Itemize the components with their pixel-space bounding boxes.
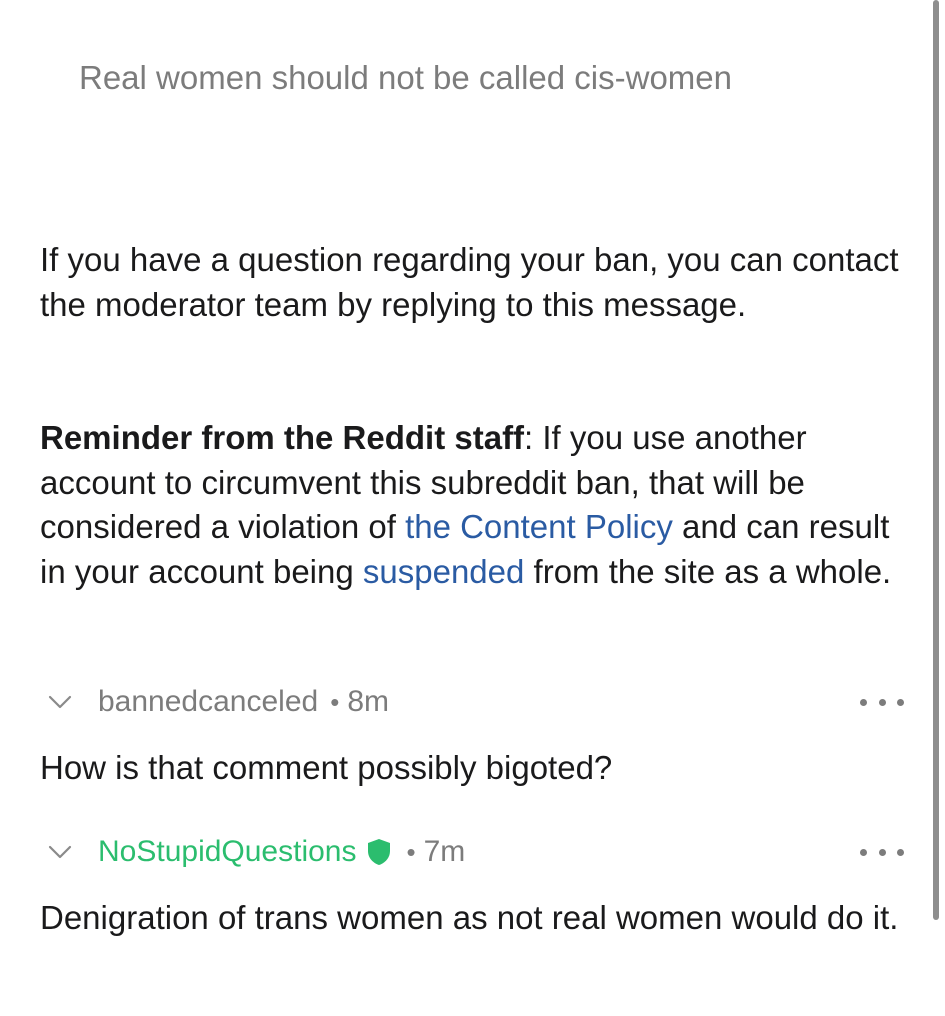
quoted-comment: Real women should not be called cis-wome… [79, 59, 733, 96]
ban-contact-text: If you have a question regarding your ba… [40, 241, 899, 323]
comment-timestamp: 8m [347, 685, 389, 718]
separator-dot: • [406, 836, 416, 867]
separator-dot: • [330, 686, 340, 717]
staff-reminder: Reminder from the Reddit staff: If you u… [40, 416, 900, 594]
comment-header: NoStupidQuestions • 7m [48, 830, 906, 874]
comment-body: Denigration of trans women as not real w… [40, 899, 899, 936]
chevron-down-icon[interactable] [48, 830, 74, 874]
more-options-icon[interactable] [860, 840, 904, 864]
content-policy-link[interactable]: the Content Policy [405, 508, 673, 545]
suspended-link[interactable]: suspended [363, 553, 524, 590]
comment-author-moderator[interactable]: NoStupidQuestions [98, 835, 357, 869]
comment-author[interactable]: bannedcanceled [98, 685, 318, 719]
scrollbar[interactable] [933, 0, 939, 920]
comment-body: How is that comment possibly bigoted? [40, 749, 613, 786]
more-options-icon[interactable] [860, 690, 904, 714]
reminder-text-3: from the site as a whole. [524, 552, 892, 590]
comment-header: bannedcanceled • 8m [48, 680, 906, 724]
reminder-heading: Reminder from the Reddit staff [40, 419, 525, 456]
chevron-down-icon[interactable] [48, 680, 74, 724]
moderator-shield-icon [367, 838, 391, 866]
comment-timestamp: 7m [423, 835, 466, 868]
